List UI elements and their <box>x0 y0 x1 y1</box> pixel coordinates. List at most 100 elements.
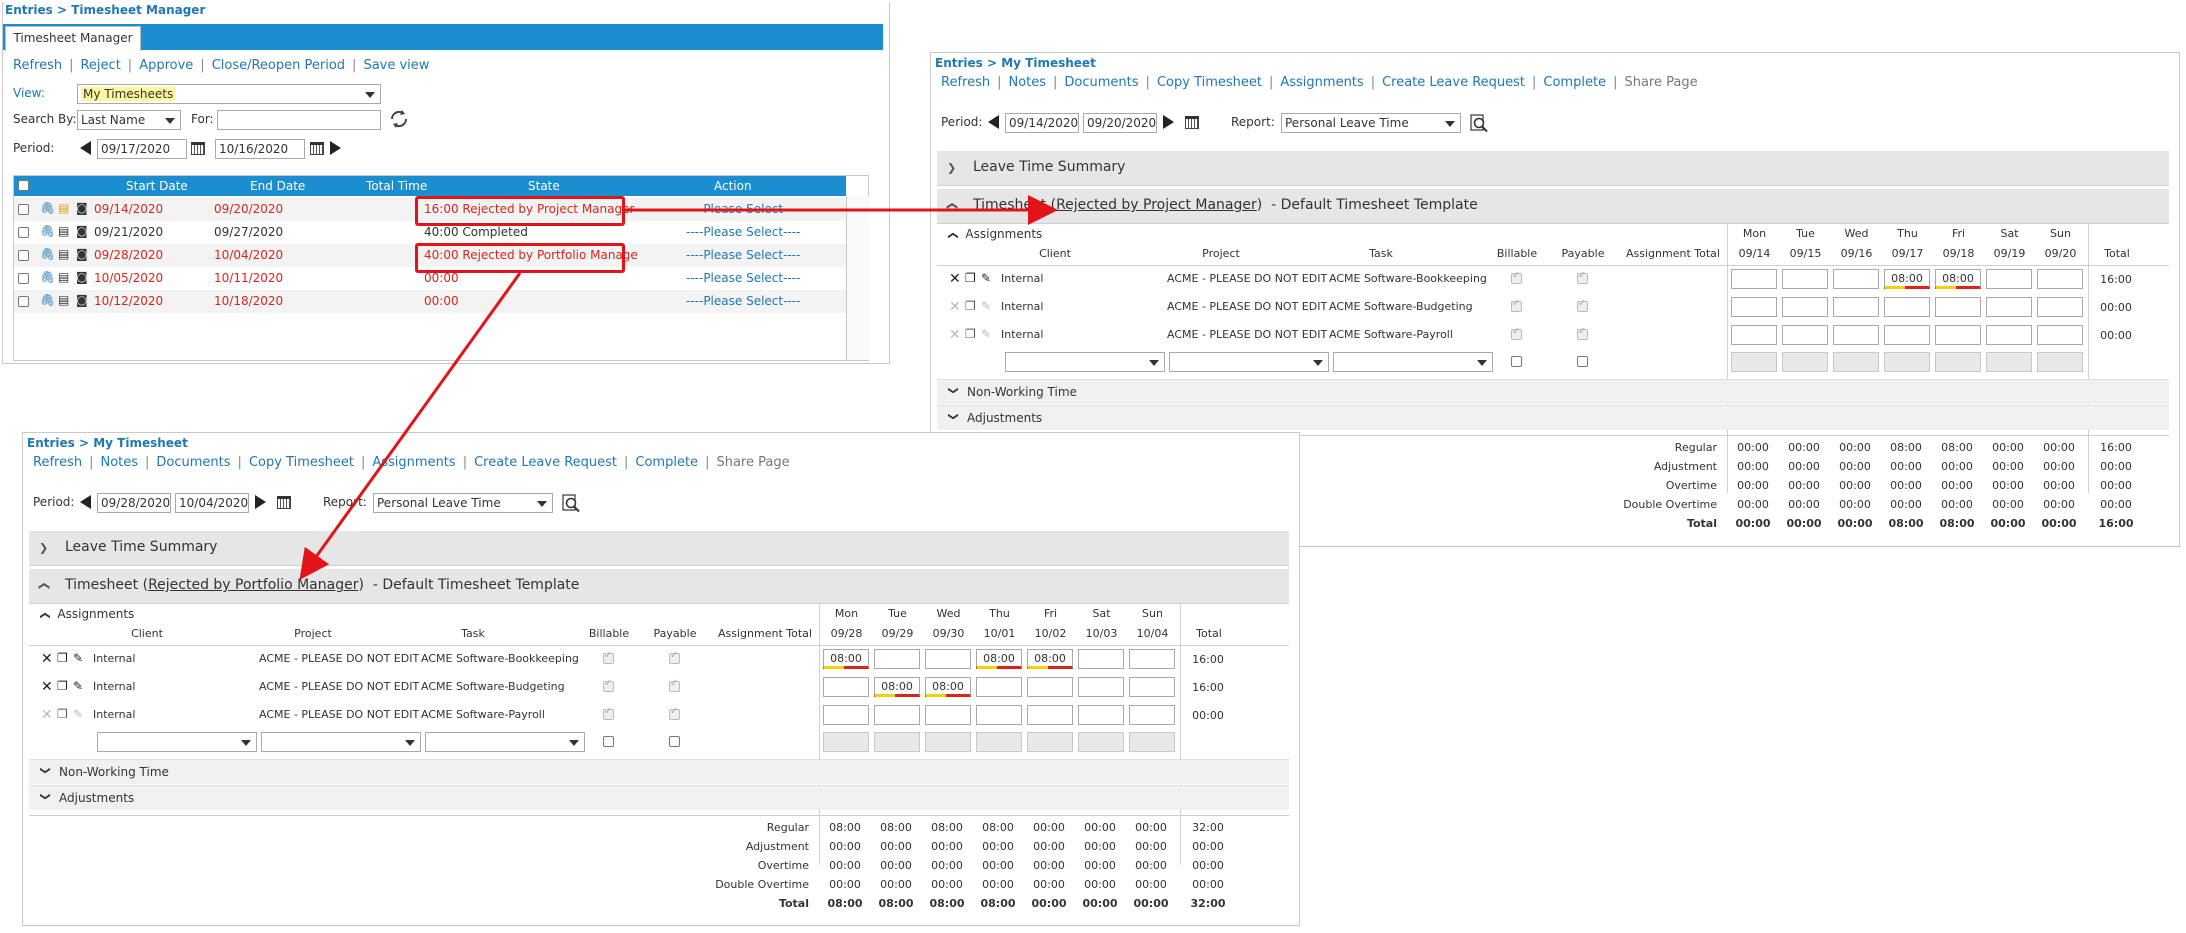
row-action-select[interactable]: ----Please Select---- <box>686 248 800 262</box>
timesheet-row[interactable]: 🖇 ▤ ◙ 10/12/2020 10/18/2020 00:00 ----Please S… <box>14 290 846 313</box>
row-state[interactable]: 00:00 <box>424 271 459 285</box>
documents-link[interactable]: Documents <box>1064 75 1138 90</box>
billable-checkbox[interactable] <box>1511 356 1522 367</box>
period-start-input[interactable]: 09/14/2020 <box>1005 113 1079 133</box>
next-period-icon[interactable] <box>255 495 266 509</box>
hours-input[interactable] <box>823 705 869 725</box>
hours-input[interactable] <box>1986 297 2032 317</box>
reject-link[interactable]: Reject <box>80 58 120 73</box>
row-checkbox[interactable] <box>18 273 29 284</box>
notes-icon[interactable]: ▤ <box>58 201 69 215</box>
save-view-link[interactable]: Save view <box>363 58 429 73</box>
adjustments-section[interactable]: ❯ Adjustments <box>937 405 2169 430</box>
hours-input[interactable] <box>874 649 920 669</box>
history-icon[interactable]: ◙ <box>76 201 88 215</box>
hours-input[interactable] <box>874 705 920 725</box>
previous-period-icon[interactable] <box>80 141 91 155</box>
attachment-icon[interactable]: 🖇 <box>40 201 55 215</box>
hours-input[interactable] <box>1986 269 2032 289</box>
edit-row-icon[interactable]: ✎ <box>73 679 83 693</box>
payable-checkbox[interactable] <box>669 736 680 747</box>
copy-row-icon[interactable]: ❐ <box>57 707 68 721</box>
hours-input[interactable] <box>1935 297 1981 317</box>
previous-period-icon[interactable] <box>988 115 999 129</box>
tab-timesheet-manager[interactable]: Timesheet Manager <box>5 26 141 51</box>
refresh-link[interactable]: Refresh <box>33 455 82 470</box>
col-end-date[interactable]: End Date <box>250 179 305 193</box>
client-select[interactable] <box>97 732 257 752</box>
report-select[interactable]: Personal Leave Time <box>373 493 553 513</box>
calendar-icon[interactable] <box>191 142 205 155</box>
history-icon[interactable]: ◙ <box>76 224 88 238</box>
row-action-select[interactable]: ----Please Select---- <box>686 202 800 216</box>
row-state[interactable]: 00:00 <box>424 294 459 308</box>
adjustments-section[interactable]: ❯ Adjustments <box>29 785 1289 810</box>
edit-row-icon[interactable]: ✎ <box>981 299 991 313</box>
row-action-select[interactable]: ----Please Select---- <box>686 271 800 285</box>
hours-input[interactable] <box>1986 325 2032 345</box>
hours-input[interactable]: 08:00 <box>1935 269 1981 289</box>
assignments-header[interactable]: ❯ Assignments <box>948 227 1043 241</box>
breadcrumb-page[interactable]: Timesheet Manager <box>71 3 205 17</box>
hours-input[interactable] <box>1731 269 1777 289</box>
attachment-icon[interactable]: 🖇 <box>40 247 55 261</box>
close-reopen-link[interactable]: Close/Reopen Period <box>212 58 345 73</box>
delete-row-icon[interactable]: ✕ <box>949 327 961 343</box>
row-action-select[interactable]: ----Please Select---- <box>686 294 800 308</box>
period-end-input[interactable]: 10/04/2020 <box>175 493 249 513</box>
delete-row-icon[interactable]: ✕ <box>949 299 961 315</box>
delete-row-icon[interactable]: ✕ <box>41 651 53 667</box>
client-select[interactable] <box>1005 352 1165 372</box>
copy-row-icon[interactable]: ❐ <box>57 679 68 693</box>
edit-row-icon[interactable]: ✎ <box>981 271 991 285</box>
copy-timesheet-link[interactable]: Copy Timesheet <box>1157 75 1262 90</box>
notes-link[interactable]: Notes <box>1008 75 1046 90</box>
hours-input[interactable] <box>1027 705 1073 725</box>
leave-time-summary-section[interactable]: ❯ Leave Time Summary <box>937 151 2169 186</box>
billable-checkbox[interactable] <box>603 736 614 747</box>
hours-input[interactable] <box>2037 325 2083 345</box>
period-end-input[interactable]: 10/16/2020 <box>215 139 305 159</box>
hours-input[interactable] <box>1833 325 1879 345</box>
select-all-checkbox[interactable] <box>18 180 29 191</box>
hours-input[interactable] <box>1782 325 1828 345</box>
notes-icon[interactable]: ▤ <box>58 270 69 284</box>
hours-input[interactable] <box>1129 677 1175 697</box>
hours-input[interactable] <box>1731 325 1777 345</box>
next-period-icon[interactable] <box>1163 115 1174 129</box>
project-select[interactable] <box>261 732 421 752</box>
view-select[interactable]: My Timesheets <box>77 84 381 104</box>
edit-row-icon[interactable]: ✎ <box>981 327 991 341</box>
previous-period-icon[interactable] <box>80 495 91 509</box>
project-select[interactable] <box>1169 352 1329 372</box>
timesheet-state-link[interactable]: Rejected by Project Manager <box>1056 197 1257 213</box>
task-select[interactable] <box>425 732 585 752</box>
calendar-icon[interactable] <box>277 496 291 509</box>
hours-input[interactable] <box>925 649 971 669</box>
hours-input[interactable] <box>1782 269 1828 289</box>
row-checkbox[interactable] <box>18 227 29 238</box>
assignments-header[interactable]: ❯ Assignments <box>40 607 135 621</box>
history-icon[interactable]: ◙ <box>76 293 88 307</box>
complete-link[interactable]: Complete <box>1543 75 1606 90</box>
col-state[interactable]: State <box>528 179 560 193</box>
delete-row-icon[interactable]: ✕ <box>949 271 961 287</box>
assignments-link[interactable]: Assignments <box>1280 75 1363 90</box>
breadcrumb-root[interactable]: Entries <box>935 56 983 70</box>
attachment-icon[interactable]: 🖇 <box>40 293 55 307</box>
search-report-icon[interactable] <box>1469 113 1489 133</box>
assignments-link[interactable]: Assignments <box>372 455 455 470</box>
hours-input[interactable]: 08:00 <box>823 649 869 669</box>
history-icon[interactable]: ◙ <box>76 270 88 284</box>
delete-row-icon[interactable]: ✕ <box>41 707 53 723</box>
hours-input[interactable] <box>2037 269 2083 289</box>
payable-checkbox[interactable] <box>1577 356 1588 367</box>
row-checkbox[interactable] <box>18 204 29 215</box>
hours-input[interactable] <box>1833 269 1879 289</box>
period-end-input[interactable]: 09/20/2020 <box>1083 113 1157 133</box>
attachment-icon[interactable]: 🖇 <box>40 270 55 284</box>
breadcrumb-page[interactable]: My Timesheet <box>1001 56 1096 70</box>
hours-input[interactable] <box>1078 649 1124 669</box>
timesheet-section-header[interactable]: ❯ Timesheet (Rejected by Portfolio Manag… <box>29 569 1289 604</box>
row-checkbox[interactable] <box>18 250 29 261</box>
